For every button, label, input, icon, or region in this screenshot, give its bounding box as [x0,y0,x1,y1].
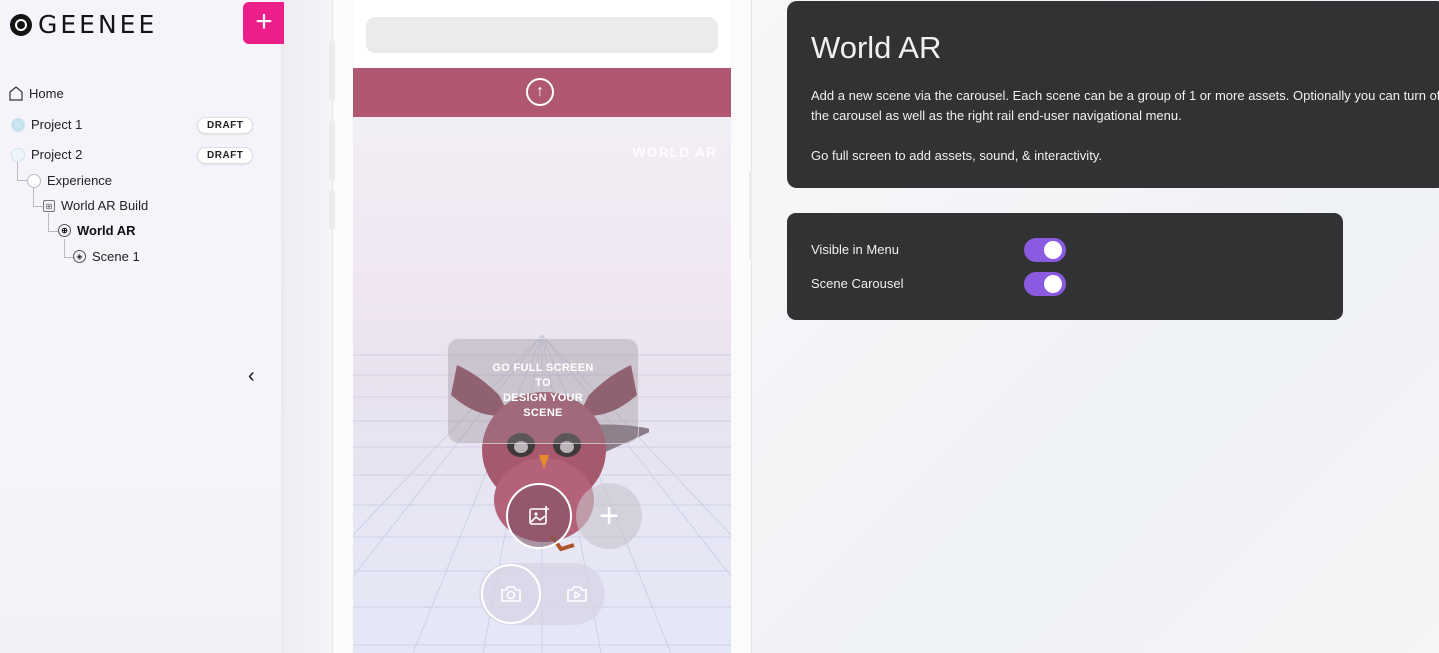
tree-item-experience[interactable]: Experience [27,173,112,188]
watermark-label: WORLD AR [632,144,717,160]
tree-item-label: Project 1 [31,117,83,132]
home-icon [9,86,23,101]
scene-carousel-label: Scene Carousel [811,276,904,291]
experience-icon [27,173,41,188]
phone-side-button [329,190,335,230]
scene-icon: ◈ [73,250,86,263]
video-camera-icon [567,586,587,602]
collapse-sidebar-icon[interactable]: ‹ [248,365,255,388]
toggle-knob [1044,275,1062,293]
info-card: World AR Add a new scene via the carouse… [787,1,1439,188]
tree-item-label: Scene 1 [92,249,140,264]
add-scene-button[interactable]: + [576,483,642,549]
tree-item-label: Experience [47,173,113,188]
visible-in-menu-toggle[interactable] [1024,238,1066,262]
upload-icon[interactable]: ↑ [526,78,554,106]
tree-item-world-ar[interactable]: ⊕ World AR [58,223,136,238]
status-badge: DRAFT [197,147,254,164]
add-project-button[interactable]: + [243,2,285,44]
info-hint: Go full screen to add assets, sound, & i… [811,148,1102,163]
gallery-button[interactable] [506,483,572,549]
tree-item-label: Home [29,86,64,101]
visible-in-menu-label: Visible in Menu [811,242,899,257]
toggle-knob [1044,241,1062,259]
settings-card: Visible in Menu Scene Carousel [787,213,1343,320]
tree-item-world-ar-build[interactable]: ⊞ World AR Build [43,198,148,213]
tree-item-project-1[interactable]: Project 1 [11,117,82,132]
build-icon: ⊞ [43,199,55,212]
tree-item-label: World AR Build [61,198,149,213]
phone-side-button [329,120,335,180]
image-add-icon [529,506,549,525]
phone-search-bar[interactable] [366,17,718,53]
divider-strip [284,0,332,653]
phone-preview: ↑ WORLD AR GO FULL SCREEN TO DESIGN YOUR… [353,0,731,653]
overlay-line: DESIGN YOUR [502,392,584,404]
scene-carousel-toggle[interactable] [1024,272,1066,296]
go-full-screen-overlay[interactable]: GO FULL SCREEN TO DESIGN YOUR SCENE [447,338,639,444]
logo-mark-icon [10,13,32,36]
tree-item-label: Project 2 [31,147,83,162]
sidebar: GEENEE Home Project 1 DRAFT Project 2 DR… [0,0,284,653]
overlay-line: TO [535,377,551,389]
tree-item-scene-1[interactable]: ◈ Scene 1 [73,249,140,264]
world-icon: ⊕ [58,224,71,237]
tree-item-project-2[interactable]: Project 2 [11,147,82,162]
logo-text: GEENEE [38,10,158,39]
project-icon [11,147,25,162]
video-capture-button[interactable] [547,564,607,624]
geenee-logo[interactable]: GEENEE [10,10,157,39]
tree-item-label: World AR [77,223,136,238]
overlay-line: GO FULL SCREEN [492,362,594,374]
phone-header [353,0,731,68]
project-icon [11,117,25,132]
camera-icon [501,586,521,602]
tree-item-home[interactable]: Home [9,86,64,101]
overlay-line: SCENE [523,407,563,419]
upload-band: ↑ [353,68,731,117]
phone-side-button [329,40,335,100]
photo-capture-button[interactable] [481,564,541,624]
page-title: World AR [811,30,942,65]
info-description: Add a new scene via the carousel. Each s… [811,88,1439,123]
status-badge: DRAFT [197,117,254,134]
